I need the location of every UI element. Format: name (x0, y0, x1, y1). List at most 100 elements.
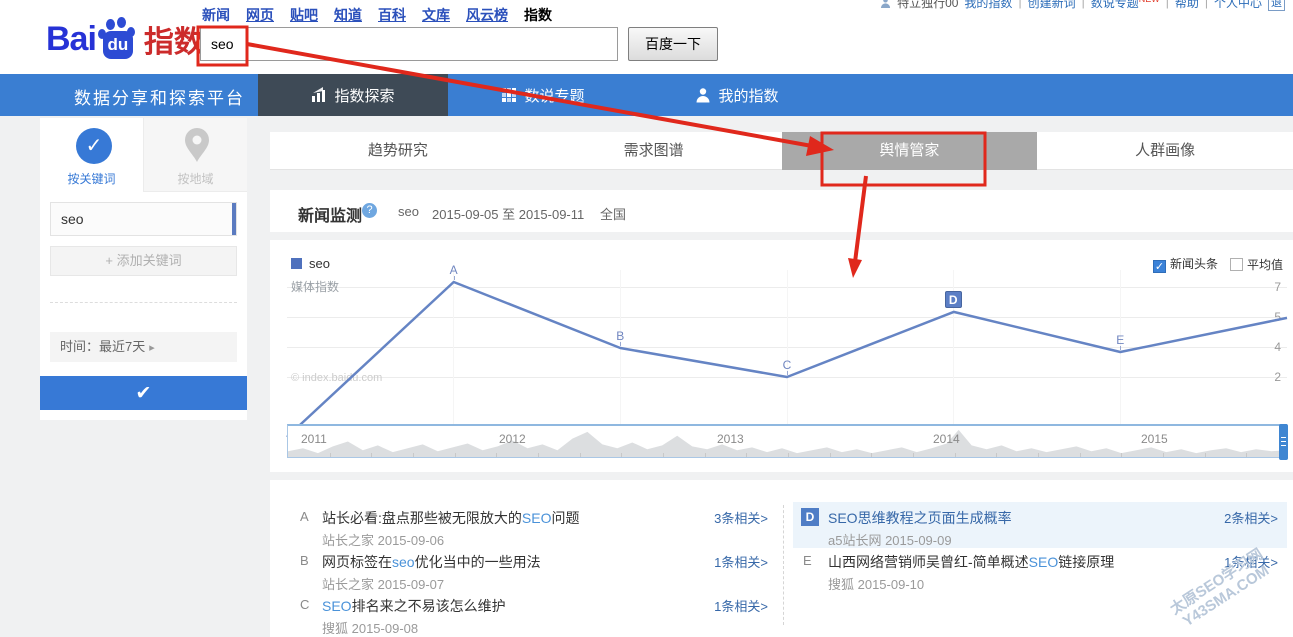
timeline-tick (371, 453, 372, 457)
baidu-index-logo[interactable]: Bai du 指数 (46, 16, 204, 62)
logout-button[interactable]: 退 (1268, 0, 1285, 11)
help-icon[interactable]: ? (362, 203, 377, 218)
search-input[interactable] (200, 27, 618, 61)
chart-point-label-A[interactable]: A (444, 263, 464, 277)
time-filter-label: 时间：最近7天 (60, 339, 145, 354)
chart-point-tick (454, 276, 455, 280)
timeline-tick (705, 453, 706, 457)
sidebar-tab-by-keyword[interactable]: ✓ 按关键词 (40, 118, 143, 192)
keyword-item[interactable]: seo (50, 202, 237, 236)
related-count-link[interactable]: 1条相关> (698, 596, 768, 615)
user-link-my-index[interactable]: 我的指数 (964, 0, 1012, 11)
timeline-tick (1163, 453, 1164, 457)
user-link-topics[interactable]: 数说专题NEW (1091, 0, 1160, 11)
new-badge: NEW (1139, 0, 1160, 4)
chart-point-label-B[interactable]: B (610, 329, 630, 343)
report-title: 新闻监测 (298, 202, 362, 226)
user-link-create-word[interactable]: 创建新词 (1028, 0, 1076, 11)
report-date-range: 2015-09-05 至 2015-09-11 (432, 204, 584, 223)
nav-link-web[interactable]: 网页 (246, 5, 274, 28)
add-keyword-button[interactable]: + 添加关键词 (50, 246, 237, 276)
legend-swatch (291, 258, 302, 269)
timeline-tick (746, 453, 747, 457)
news-card: A 站长必看:盘点那些被无限放大的SEO问题 3条相关> 站长之家 2015-0… (270, 480, 1293, 637)
person-icon (695, 87, 711, 103)
tab-demand-map[interactable]: 需求图谱 (526, 132, 782, 170)
chart-point-label-E[interactable]: E (1110, 333, 1130, 347)
timeline-area-silhouette (288, 426, 1286, 457)
nav-link-news[interactable]: 新闻 (202, 5, 230, 28)
news-letter-selected-badge: D (801, 508, 819, 526)
checkbox-unchecked-icon[interactable] (1230, 258, 1243, 271)
nav-link-index: 指数 (524, 5, 552, 28)
app-tab-index-explore[interactable]: 指数探索 (258, 74, 448, 116)
app-tab-label: 我的指数 (718, 85, 778, 106)
nav-link-baike[interactable]: 百科 (378, 5, 406, 28)
nav-link-tieba[interactable]: 贴吧 (290, 5, 318, 28)
app-bar: 数据分享和探索平台 指数探索 数说专题 我的指数 (0, 74, 1293, 116)
app-tab-my-index[interactable]: 我的指数 (672, 74, 802, 116)
news-title[interactable]: SEO思维教程之页面生成概率 (828, 508, 1012, 528)
logo-product-text: 指数 (144, 17, 204, 61)
content-tabs: 趋势研究 需求图谱 舆情管家 人群画像 (270, 132, 1293, 170)
related-count-link[interactable]: 3条相关> (698, 508, 768, 527)
news-title[interactable]: SEO排名来之不易该怎么维护 (322, 596, 506, 616)
time-filter[interactable]: 时间：最近7天 ▸ (50, 332, 237, 362)
legend-label: seo (309, 256, 330, 271)
timeline-tick (913, 453, 914, 457)
baidu-search-button[interactable]: 百度一下 (628, 27, 718, 61)
news-letter: C (300, 597, 309, 612)
report-region: 全国 (600, 204, 626, 223)
app-tab-data-topics[interactable]: 数说专题 (478, 74, 608, 116)
app-tab-label: 数说专题 (524, 85, 584, 106)
chart-point-tick (1120, 346, 1121, 350)
timeline-tick (1038, 453, 1039, 457)
chart-card: seo ✓新闻头条 平均值 媒体指数 © index.baidu.com 7 5… (270, 240, 1293, 472)
timeline-tick (830, 453, 831, 457)
tab-crowd-portrait[interactable]: 人群画像 (1037, 132, 1293, 170)
chart-point-tick (787, 371, 788, 375)
news-title[interactable]: 山西网络营销师吴曾红-简单概述SEO链接原理 (828, 552, 1114, 572)
timeline-navigator[interactable]: 20112012201320142015 (287, 424, 1287, 458)
username: 特立独行00 (897, 0, 958, 11)
news-source: 站长之家 2015-09-07 (322, 574, 444, 593)
timeline-tick (538, 453, 539, 457)
tab-sentiment-manager[interactable]: 舆情管家 (782, 132, 1038, 170)
baidu-paw-icon: du (98, 17, 138, 61)
chevron-right-icon: ▸ (149, 342, 155, 354)
news-source: a5站长网 2015-09-09 (828, 530, 952, 549)
nav-link-fengyunbang[interactable]: 风云榜 (466, 5, 508, 28)
timeline-slider-handle[interactable] (1279, 424, 1288, 460)
tab-trend-research[interactable]: 趋势研究 (270, 132, 526, 170)
news-source: 搜狐 2015-09-08 (322, 618, 418, 637)
timeline-year-label: 2015 (1141, 432, 1168, 446)
grid-icon (501, 87, 517, 103)
timeline-tick (788, 453, 789, 457)
sidebar-divider (50, 302, 237, 303)
location-pin-icon (184, 128, 210, 164)
nav-link-zhidao[interactable]: 知道 (334, 5, 362, 28)
related-count-link[interactable]: 2条相关> (1208, 508, 1278, 527)
news-title[interactable]: 站长必看:盘点那些被无限放大的SEO问题 (322, 508, 579, 528)
related-count-link[interactable]: 1条相关> (698, 552, 768, 571)
user-bar: 特立独行00 我的指数| 创建新词| 数说专题NEW| 帮助| 个人中心 退 (880, 0, 1285, 11)
chart-point-label-D[interactable]: D (945, 291, 962, 308)
chart-point-label-C[interactable]: C (777, 358, 797, 372)
confirm-button[interactable]: ✔ (40, 376, 247, 410)
news-title[interactable]: 网页标签在seo优化当中的一些用法 (322, 552, 541, 572)
top-nav: 新闻 网页 贴吧 知道 百科 文库 风云榜 指数 (202, 5, 552, 28)
nav-link-wenku[interactable]: 文库 (422, 5, 450, 28)
timeline-tick (621, 453, 622, 457)
user-avatar-icon (880, 0, 891, 8)
keyword-check-icon: ✓ (76, 128, 112, 164)
news-source: 站长之家 2015-09-06 (322, 530, 444, 549)
related-count-link[interactable]: 1条相关> (1208, 552, 1278, 571)
sidebar-tab-by-region[interactable]: 按地域 (143, 118, 247, 192)
user-link-help[interactable]: 帮助 (1175, 0, 1199, 11)
logo-bai-text: Bai (46, 20, 96, 59)
bar-chart-icon (311, 87, 327, 103)
timeline-tick (580, 453, 581, 457)
user-link-profile[interactable]: 个人中心 (1214, 0, 1262, 11)
news-source: 搜狐 2015-09-10 (828, 574, 924, 593)
timeline-tick (1121, 453, 1122, 457)
